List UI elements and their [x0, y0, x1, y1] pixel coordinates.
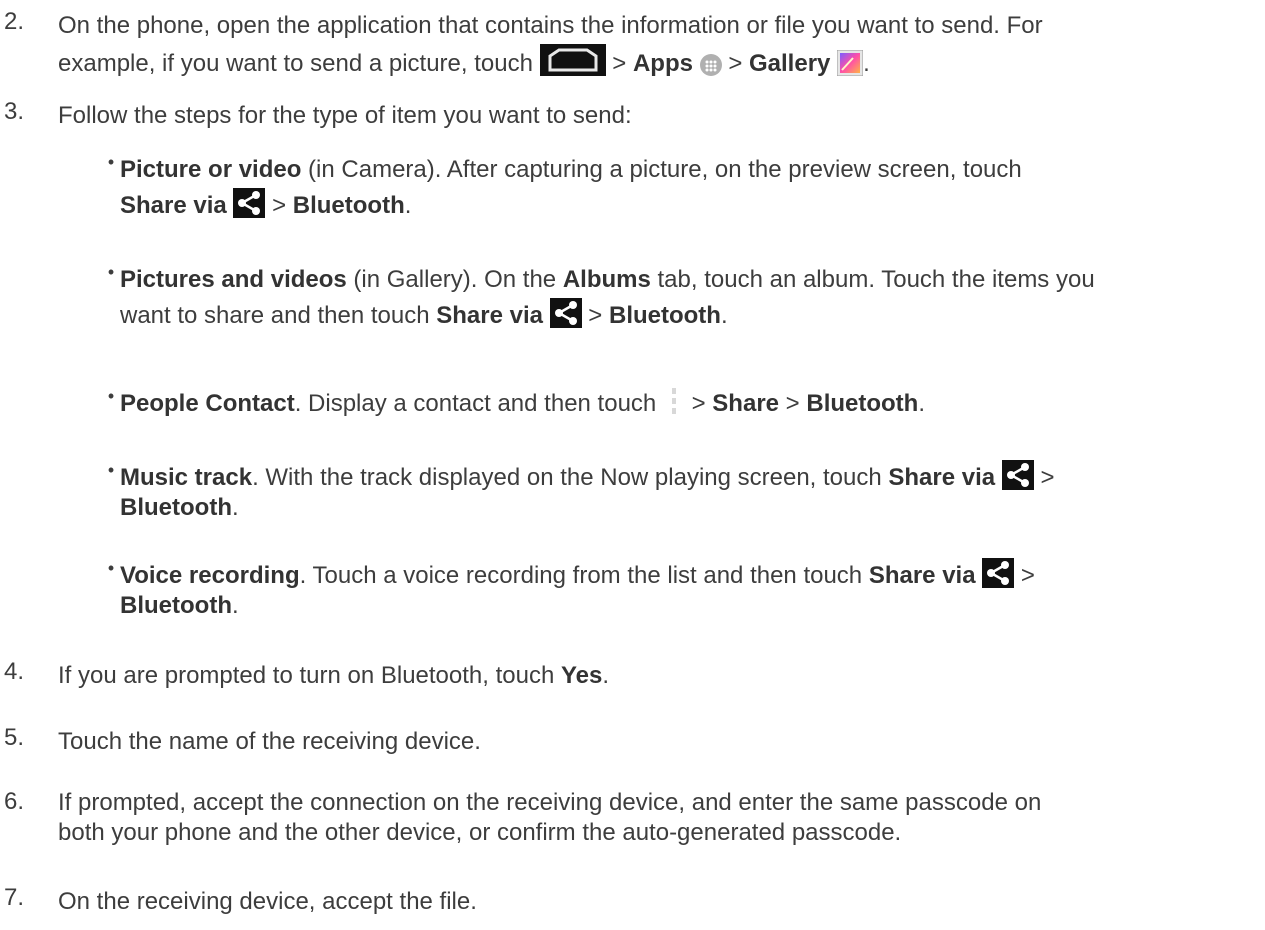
step-text: Follow the steps for the type of item yo… — [58, 102, 632, 129]
step-5: 5. Touch the name of the receiving devic… — [0, 724, 1250, 760]
list-item: • Pictures and videos (in Gallery). On t… — [0, 262, 1260, 334]
share-icon — [233, 188, 266, 218]
step-text: On the phone, open the application that … — [58, 12, 1043, 77]
share-icon — [549, 298, 582, 328]
share-icon — [982, 558, 1015, 588]
menu-icon — [663, 386, 685, 416]
bullet-dot: • — [107, 386, 115, 406]
step-number: 7. — [4, 884, 25, 911]
step-6: 6. If prompted, accept the connection on… — [0, 788, 1250, 848]
step-number: 5. — [4, 724, 25, 751]
step-text: If prompted, accept the connection on th… — [58, 789, 1042, 846]
bullet-dot: • — [107, 558, 115, 578]
step-3: 3. Follow the steps for the type of item… — [0, 98, 1250, 134]
list-item: • Voice recording. Touch a voice recordi… — [0, 558, 1260, 621]
home-icon — [539, 44, 606, 76]
step-text: On the receiving device, accept the file… — [58, 888, 477, 915]
step-4: 4. If you are prompted to turn on Blueto… — [0, 658, 1250, 694]
apps-label: Apps — [632, 50, 693, 77]
step-number: 4. — [4, 658, 25, 685]
list-item: • Music track. With the track displayed … — [0, 460, 1260, 523]
step-number: 3. — [4, 98, 25, 125]
bullet-dot: • — [107, 152, 115, 172]
gallery-label: Gallery — [749, 50, 831, 77]
list-item: • People Contact. Display a contact and … — [0, 386, 1260, 422]
step-number: 2. — [4, 8, 25, 35]
step-2: 2. On the phone, open the application th… — [0, 8, 1250, 82]
gallery-icon — [837, 50, 864, 76]
apps-icon — [699, 54, 722, 76]
bullet-dot: • — [107, 460, 115, 480]
step-text: Touch the name of the receiving device. — [58, 728, 481, 755]
step-text: If you are prompted to turn on Bluetooth… — [58, 662, 610, 689]
share-icon — [1001, 460, 1034, 490]
list-item: • Picture or video (in Camera). After ca… — [0, 152, 1260, 224]
step-number: 6. — [4, 788, 25, 815]
step-7: 7. On the receiving device, accept the f… — [0, 884, 1250, 920]
bullet-dot: • — [107, 262, 115, 282]
